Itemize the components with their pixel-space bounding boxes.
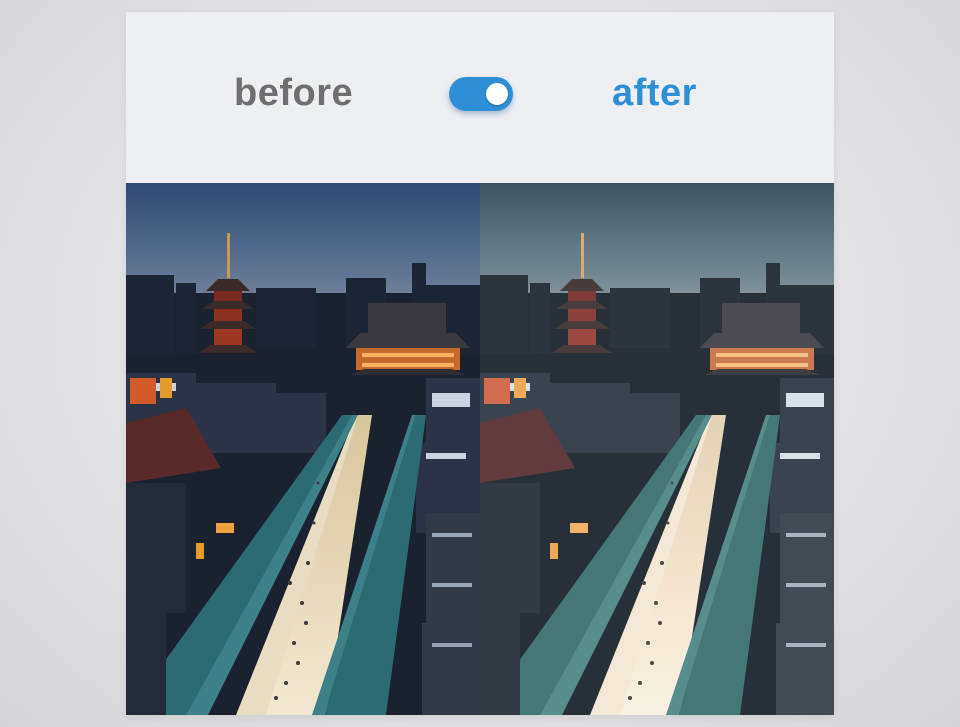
after-photo xyxy=(480,183,834,715)
comparison-card: before after xyxy=(126,12,834,715)
before-photo-illustration xyxy=(126,183,480,715)
after-label: after xyxy=(612,72,697,114)
before-after-toggle[interactable] xyxy=(449,77,513,111)
before-photo xyxy=(126,183,480,715)
toggle-knob[interactable] xyxy=(486,83,508,105)
before-label: before xyxy=(234,72,354,114)
after-photo-illustration xyxy=(480,183,834,715)
comparison-header: before after xyxy=(126,12,834,183)
